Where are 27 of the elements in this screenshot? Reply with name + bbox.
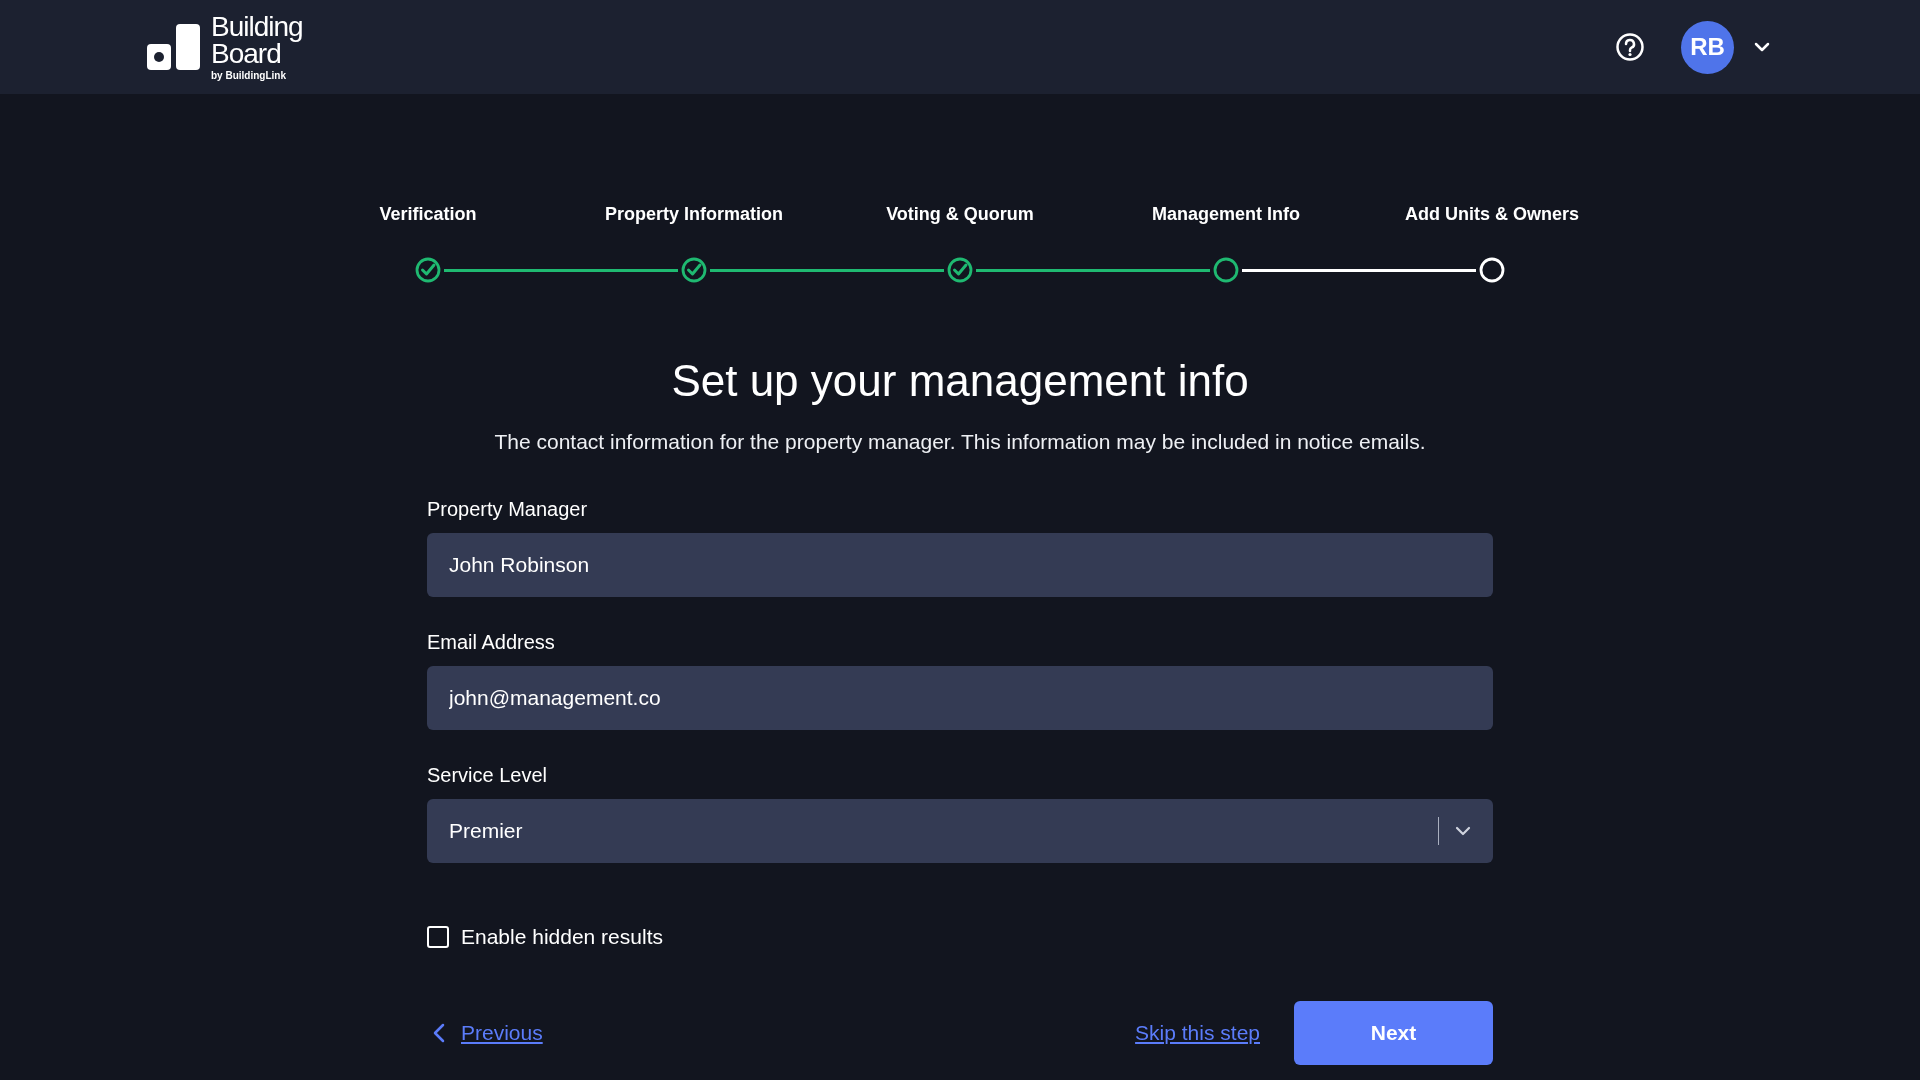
input-field[interactable]: John Robinson <box>427 533 1493 597</box>
next-button[interactable]: Next <box>1294 1001 1493 1065</box>
field-label: Email Address <box>427 631 556 654</box>
checkbox-label: Enable hidden results <box>461 925 663 949</box>
step-label: Voting & Quorum <box>886 204 1034 226</box>
input-field[interactable]: john@management.co <box>427 666 1493 730</box>
step-label: Management Info <box>1152 204 1300 226</box>
page-heading: Set up your management info <box>671 356 1249 406</box>
help-icon[interactable] <box>1615 32 1645 62</box>
chevron-left-icon[interactable] <box>433 1023 445 1043</box>
logo-byline: by BuildingLink <box>211 70 287 81</box>
field-label: Property Manager <box>427 498 589 521</box>
select-field[interactable]: Premier <box>427 799 1493 863</box>
step-label: Add Units & Owners <box>1405 204 1579 226</box>
step-label: Property Information <box>605 204 783 226</box>
logo-title: Building <box>211 13 303 40</box>
page-description: The contact information for the property manager. This information may be included in notice emails. <box>494 430 1426 454</box>
chevron-down-icon[interactable] <box>1754 42 1770 52</box>
skip-link[interactable]: Skip this step <box>1135 1021 1260 1045</box>
logo-title: Board <box>211 40 281 67</box>
checkbox[interactable] <box>427 926 449 948</box>
logo-icon <box>147 22 201 72</box>
previous-link[interactable]: Previous <box>461 1021 543 1045</box>
user-avatar[interactable]: RB <box>1681 20 1734 74</box>
chevron-down-icon <box>1455 826 1471 836</box>
step-label: Verification <box>379 204 477 226</box>
field-label: Service Level <box>427 764 549 787</box>
